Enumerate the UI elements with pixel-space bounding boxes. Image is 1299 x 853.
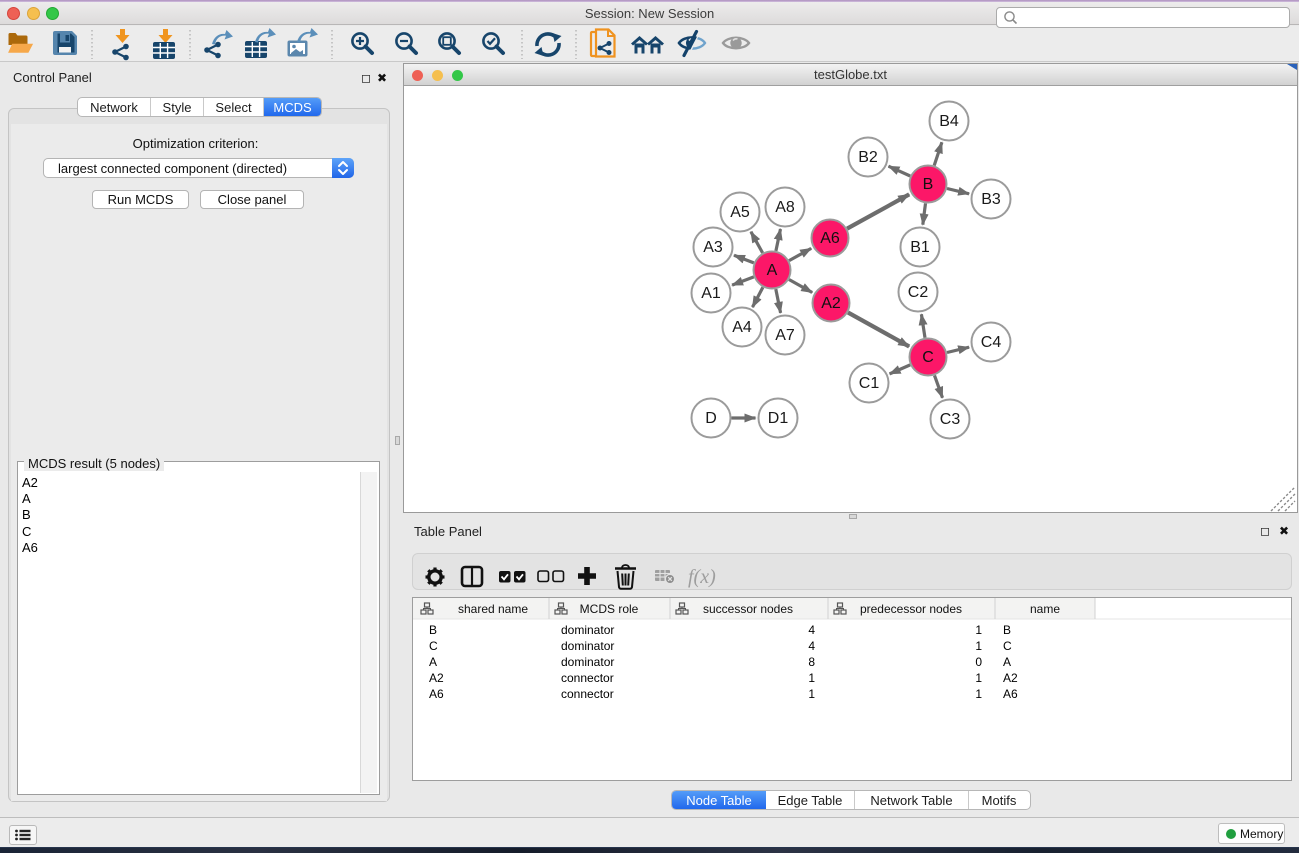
svg-text:A6: A6 [429,687,444,701]
svg-text:C: C [1003,639,1012,653]
svg-text:1: 1 [975,687,982,701]
svg-text:name: name [1030,602,1060,616]
svg-text:A8: A8 [775,199,795,216]
svg-text:C2: C2 [908,284,929,301]
svg-text:successor nodes: successor nodes [703,602,793,616]
svg-text:0: 0 [975,655,982,669]
svg-text:C4: C4 [981,334,1002,351]
svg-text:A7: A7 [775,327,795,344]
svg-text:D1: D1 [768,410,789,427]
svg-text:B3: B3 [981,191,1001,208]
svg-text:A2: A2 [821,295,841,312]
svg-text:B2: B2 [858,149,878,166]
svg-text:A: A [1003,655,1011,669]
svg-text:4: 4 [808,639,815,653]
svg-text:B1: B1 [910,239,930,256]
svg-text:C: C [429,639,438,653]
svg-text:A2: A2 [1003,671,1018,685]
svg-text:B4: B4 [939,113,959,130]
svg-text:C3: C3 [940,411,961,428]
svg-text:A1: A1 [701,285,721,302]
svg-text:C1: C1 [859,375,880,392]
svg-text:A3: A3 [703,239,723,256]
svg-text:A6: A6 [820,230,840,247]
svg-text:connector: connector [561,671,614,685]
svg-text:A4: A4 [732,319,752,336]
svg-text:A: A [767,262,778,279]
svg-text:f(x): f(x) [688,566,716,588]
svg-text:B: B [923,176,934,193]
svg-text:dominator: dominator [561,639,614,653]
svg-text:A5: A5 [730,204,750,221]
svg-text:D: D [705,410,717,427]
svg-text:1: 1 [975,639,982,653]
svg-text:B: B [429,623,437,637]
svg-text:C: C [922,349,934,366]
svg-text:1: 1 [975,671,982,685]
svg-text:1: 1 [808,671,815,685]
svg-text:A6: A6 [1003,687,1018,701]
svg-text:connector: connector [561,687,614,701]
svg-text:dominator: dominator [561,655,614,669]
svg-text:1: 1 [975,623,982,637]
svg-text:shared name: shared name [458,602,528,616]
svg-text:MCDS role: MCDS role [580,602,639,616]
svg-text:B: B [1003,623,1011,637]
svg-text:A2: A2 [429,671,444,685]
svg-text:8: 8 [808,655,815,669]
svg-text:dominator: dominator [561,623,614,637]
svg-text:1: 1 [808,687,815,701]
svg-text:predecessor nodes: predecessor nodes [860,602,962,616]
svg-text:A: A [429,655,437,669]
svg-text:4: 4 [808,623,815,637]
